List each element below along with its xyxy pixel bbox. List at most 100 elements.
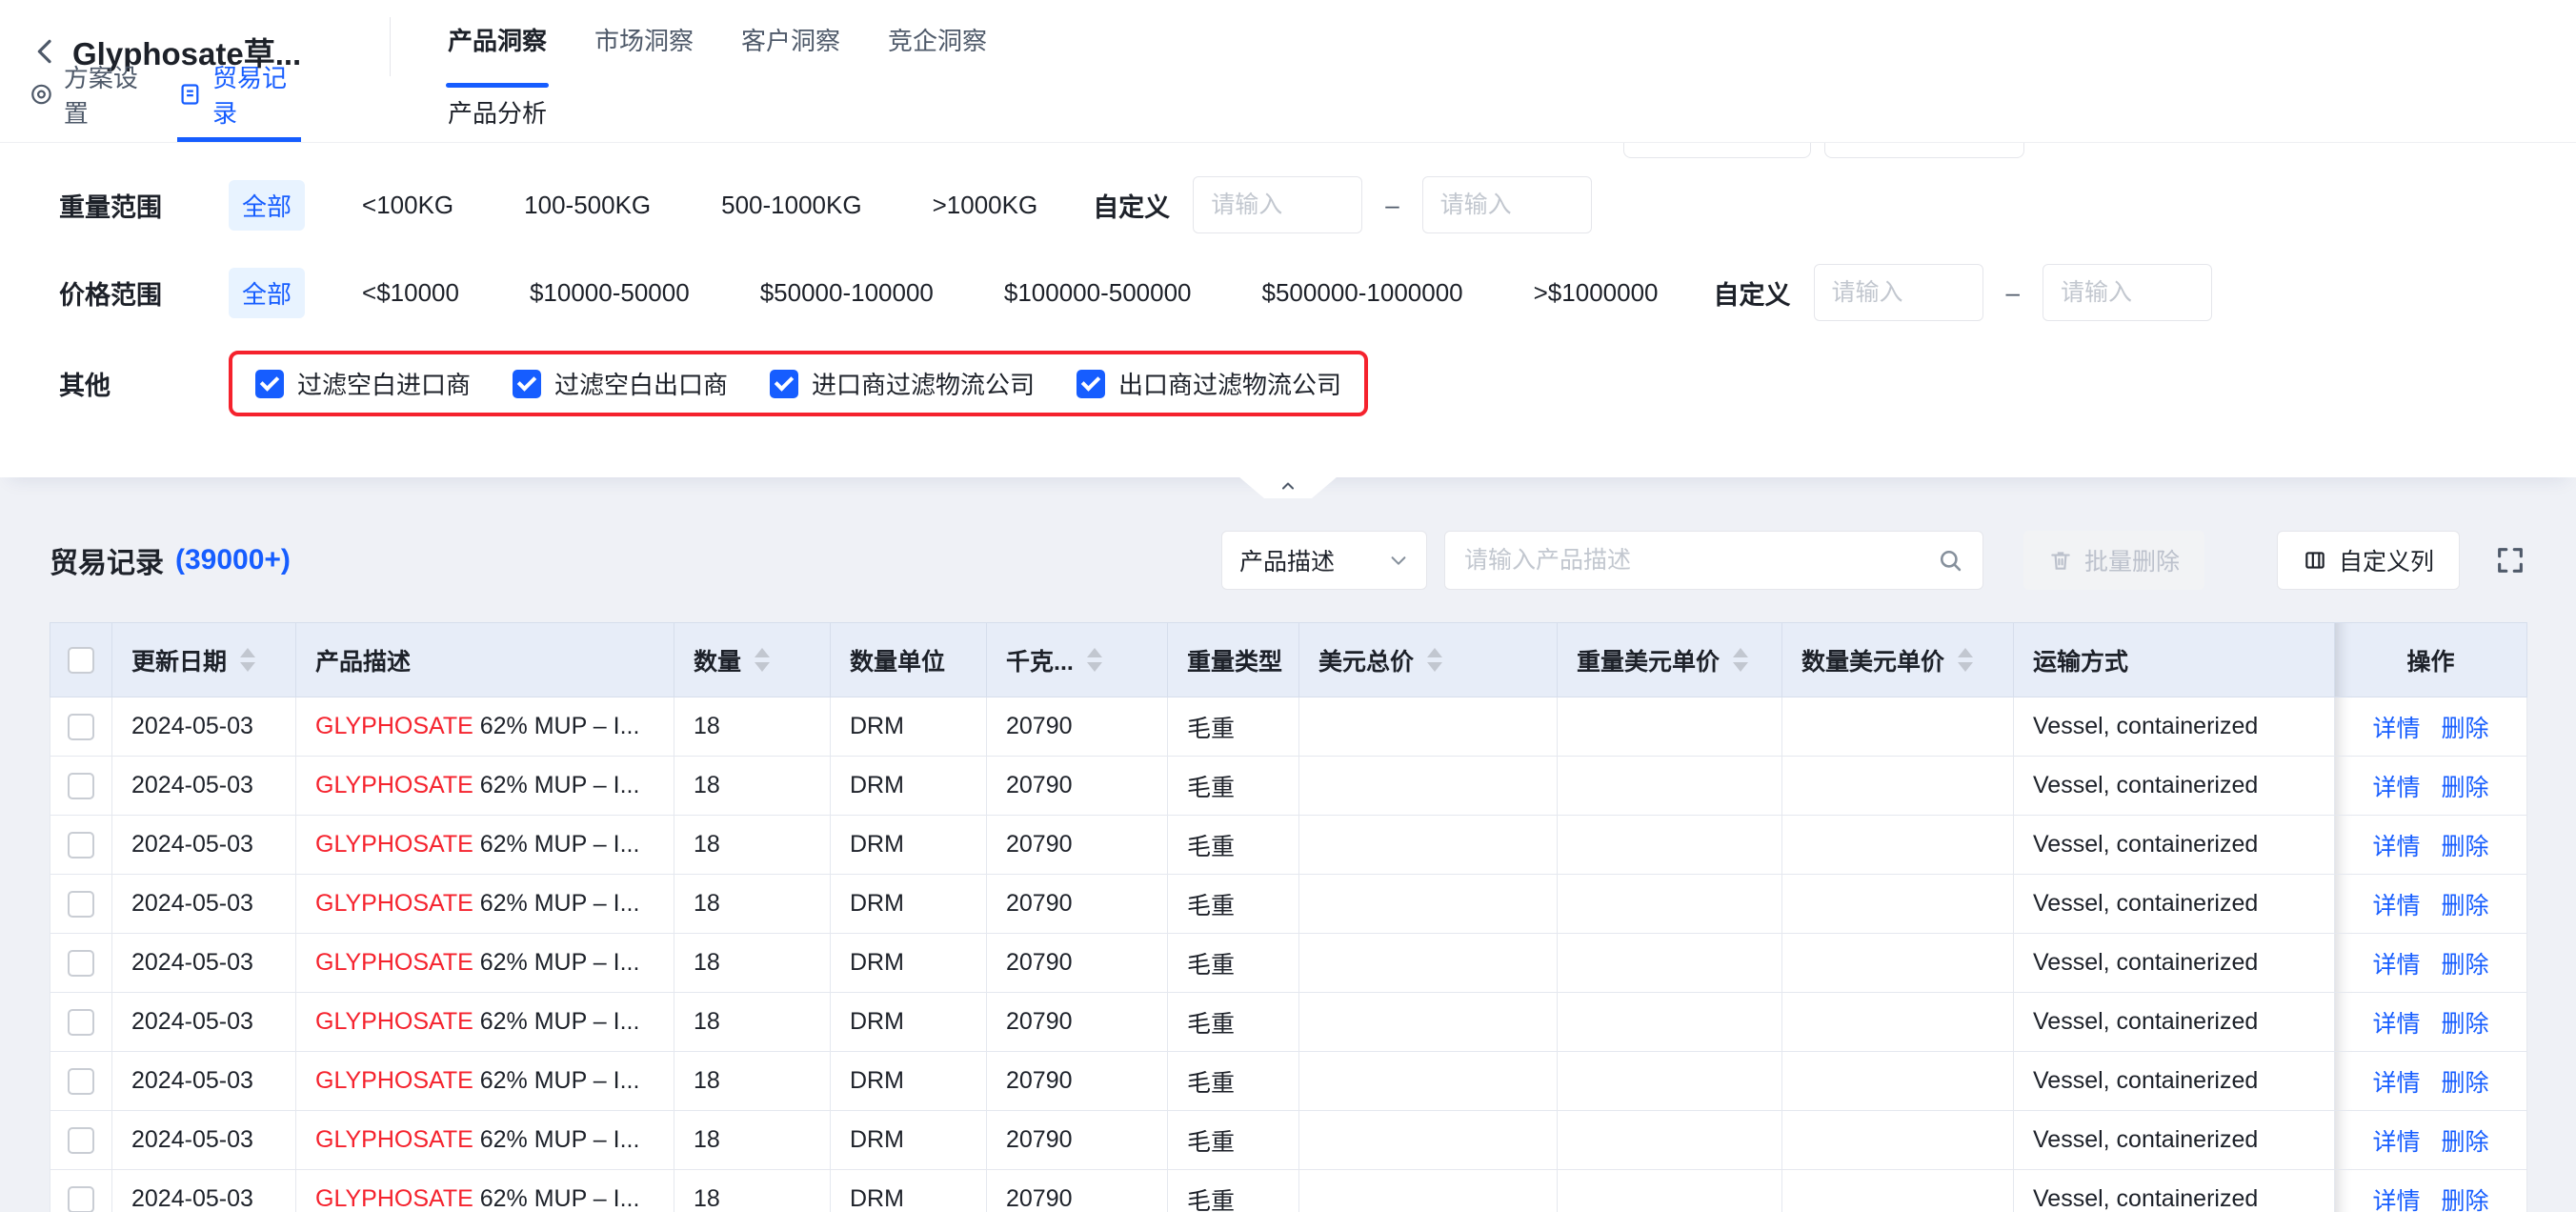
cell-actions: 详情删除 bbox=[2335, 1111, 2527, 1170]
filter-option[interactable]: <$10000 bbox=[349, 271, 473, 315]
weight-min-input[interactable] bbox=[1193, 176, 1362, 233]
filter-option[interactable]: $500000-1000000 bbox=[1249, 271, 1477, 315]
col-header-total_usd[interactable]: 美元总价 bbox=[1299, 623, 1558, 697]
detail-link[interactable]: 详情 bbox=[2372, 1129, 2420, 1156]
fullscreen-button[interactable] bbox=[2494, 544, 2526, 576]
filter-option[interactable]: 全部 bbox=[229, 268, 305, 318]
detail-link[interactable]: 详情 bbox=[2372, 893, 2420, 919]
detail-link[interactable]: 详情 bbox=[2372, 834, 2420, 860]
cell-total-usd bbox=[1299, 757, 1558, 816]
filter-option[interactable]: >$1000000 bbox=[1520, 271, 1672, 315]
records-title-text: 贸易记录 bbox=[50, 539, 164, 581]
filter-checkbox[interactable]: 进口商过滤物流公司 bbox=[770, 366, 1035, 401]
search-icon[interactable] bbox=[1937, 547, 1963, 574]
filter-panel: 重量范围 全部<100KG100-500KG500-1000KG>1000KG … bbox=[0, 143, 2576, 477]
row-checkbox[interactable] bbox=[68, 1009, 94, 1036]
column-label: 美元总价 bbox=[1318, 643, 1414, 677]
row-checkbox[interactable] bbox=[68, 1186, 94, 1212]
tab-product-analysis[interactable]: 产品分析 bbox=[448, 94, 547, 130]
column-label: 更新日期 bbox=[131, 643, 227, 677]
other-label: 其他 bbox=[59, 365, 229, 402]
delete-link[interactable]: 删除 bbox=[2442, 893, 2489, 919]
col-header-transport: 运输方式 bbox=[2014, 623, 2335, 697]
row-checkbox[interactable] bbox=[68, 773, 94, 799]
filter-option[interactable]: 100-500KG bbox=[511, 183, 664, 228]
row-checkbox[interactable] bbox=[68, 714, 94, 740]
col-header-qty_unit_price[interactable]: 数量美元单价 bbox=[1782, 623, 2014, 697]
filter-checkbox[interactable]: 出口商过滤物流公司 bbox=[1077, 366, 1341, 401]
delete-link[interactable]: 删除 bbox=[2442, 1188, 2489, 1212]
product-description-rest: 62% MUP – I... bbox=[473, 831, 640, 858]
detail-link[interactable]: 详情 bbox=[2372, 775, 2420, 801]
filter-option[interactable]: 全部 bbox=[229, 180, 305, 231]
cell-transport: Vessel, containerized bbox=[2014, 1052, 2335, 1111]
product-search-input[interactable] bbox=[1464, 547, 1937, 575]
cell-product: GLYPHOSATE 62% MUP – I... bbox=[296, 816, 674, 875]
search-field-select[interactable]: 产品描述 bbox=[1221, 531, 1427, 590]
cell-transport: Vessel, containerized bbox=[2014, 697, 2335, 757]
subnav-item-trade-records[interactable]: 贸易记录 bbox=[177, 59, 301, 142]
subnav-item-plan-settings[interactable]: 方案设置 bbox=[29, 59, 152, 142]
batch-delete-button[interactable]: 批量删除 bbox=[2023, 531, 2204, 590]
cell-weight-type: 毛重 bbox=[1168, 816, 1299, 875]
sort-icon[interactable] bbox=[1427, 648, 1442, 672]
filter-option[interactable]: $10000-50000 bbox=[516, 271, 703, 315]
row-checkbox[interactable] bbox=[68, 832, 94, 858]
sort-icon[interactable] bbox=[755, 648, 770, 672]
header-divider bbox=[390, 17, 391, 76]
highlighted-term: GLYPHOSATE bbox=[315, 772, 473, 798]
filter-option[interactable]: 500-1000KG bbox=[708, 183, 875, 228]
row-checkbox[interactable] bbox=[68, 891, 94, 918]
filter-option[interactable]: $50000-100000 bbox=[747, 271, 947, 315]
checkbox-checked-icon[interactable] bbox=[255, 370, 284, 398]
detail-link[interactable]: 详情 bbox=[2372, 1188, 2420, 1212]
row-checkbox[interactable] bbox=[68, 1068, 94, 1095]
filter-option[interactable]: $100000-500000 bbox=[991, 271, 1205, 315]
cell-weight-type: 毛重 bbox=[1168, 875, 1299, 934]
delete-link[interactable]: 删除 bbox=[2442, 1011, 2489, 1038]
detail-link[interactable]: 详情 bbox=[2372, 1011, 2420, 1038]
checkbox-checked-icon[interactable] bbox=[770, 370, 798, 398]
main-tabs: 产品洞察 市场洞察 客户洞察 竞企洞察 bbox=[446, 22, 2576, 57]
checkbox-checked-icon[interactable] bbox=[1077, 370, 1105, 398]
checkbox-checked-icon[interactable] bbox=[513, 370, 541, 398]
detail-link[interactable]: 详情 bbox=[2372, 716, 2420, 742]
cell-total-usd bbox=[1299, 993, 1558, 1052]
delete-link[interactable]: 删除 bbox=[2442, 952, 2489, 979]
tab-产品洞察[interactable]: 产品洞察 bbox=[446, 22, 549, 57]
filter-option[interactable]: <100KG bbox=[349, 183, 467, 228]
row-checkbox[interactable] bbox=[68, 1127, 94, 1154]
cell-weight-unit-price bbox=[1558, 934, 1782, 993]
row-checkbox[interactable] bbox=[68, 950, 94, 977]
col-header-kg[interactable]: 千克... bbox=[987, 623, 1168, 697]
price-max-input[interactable] bbox=[2043, 264, 2212, 321]
detail-link[interactable]: 详情 bbox=[2372, 952, 2420, 979]
detail-link[interactable]: 详情 bbox=[2372, 1070, 2420, 1097]
delete-link[interactable]: 删除 bbox=[2442, 1070, 2489, 1097]
sort-icon[interactable] bbox=[1087, 648, 1102, 672]
sort-icon[interactable] bbox=[1733, 648, 1748, 672]
price-min-input[interactable] bbox=[1814, 264, 1983, 321]
custom-columns-button[interactable]: 自定义列 bbox=[2277, 531, 2460, 590]
filter-checkbox[interactable]: 过滤空白进口商 bbox=[255, 366, 471, 401]
cell-weight-unit-price bbox=[1558, 875, 1782, 934]
tab-客户洞察[interactable]: 客户洞察 bbox=[739, 22, 842, 57]
weight-max-input[interactable] bbox=[1422, 176, 1592, 233]
cell-weight-unit-price bbox=[1558, 697, 1782, 757]
delete-link[interactable]: 删除 bbox=[2442, 716, 2489, 742]
delete-link[interactable]: 删除 bbox=[2442, 834, 2489, 860]
cell-weight-unit-price bbox=[1558, 993, 1782, 1052]
col-header-weight_unit_price[interactable]: 重量美元单价 bbox=[1558, 623, 1782, 697]
cell-product: GLYPHOSATE 62% MUP – I... bbox=[296, 934, 674, 993]
delete-link[interactable]: 删除 bbox=[2442, 1129, 2489, 1156]
sort-icon[interactable] bbox=[240, 648, 255, 672]
col-header-date[interactable]: 更新日期 bbox=[112, 623, 296, 697]
filter-option[interactable]: >1000KG bbox=[919, 183, 1052, 228]
tab-市场洞察[interactable]: 市场洞察 bbox=[593, 22, 695, 57]
filter-checkbox[interactable]: 过滤空白出口商 bbox=[513, 366, 728, 401]
select-all-checkbox[interactable] bbox=[68, 647, 94, 674]
sort-icon[interactable] bbox=[1958, 648, 1973, 672]
col-header-qty[interactable]: 数量 bbox=[674, 623, 831, 697]
tab-竞企洞察[interactable]: 竞企洞察 bbox=[886, 22, 989, 57]
delete-link[interactable]: 删除 bbox=[2442, 775, 2489, 801]
